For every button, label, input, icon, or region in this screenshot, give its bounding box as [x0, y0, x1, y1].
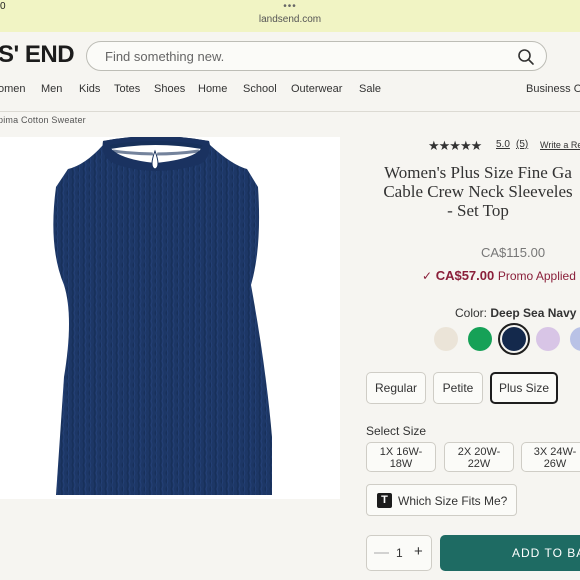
- promo-applied-label: Promo Applied: [497, 269, 576, 283]
- fit-plus-size-button[interactable]: Plus Size: [490, 372, 558, 404]
- promo-price: ✓ CA$57.00 Promo Applied: [422, 268, 576, 283]
- sweater-illustration: [53, 137, 272, 495]
- rating-stars-icon: ★★★★★: [428, 138, 482, 153]
- nav-item-school[interactable]: School: [243, 83, 277, 95]
- original-price: CA$115.00: [481, 245, 546, 260]
- nav-item-totes[interactable]: Totes: [114, 83, 140, 95]
- which-size-fits-me-label: Which Size Fits Me?: [398, 494, 508, 508]
- size-1x-button[interactable]: 1X 16W- 18W: [366, 442, 436, 472]
- product-title: Women's Plus Size Fine Ga Cable Crew Nec…: [358, 163, 580, 220]
- search-bar[interactable]: [86, 41, 547, 71]
- search-icon[interactable]: [516, 47, 536, 67]
- nav-item-kids[interactable]: Kids: [79, 83, 100, 95]
- product-title-line: Women's Plus Size Fine Ga: [384, 163, 572, 182]
- checkmark-icon: ✓: [422, 269, 433, 283]
- swatch-ivory[interactable]: [434, 327, 458, 351]
- swatch-periwinkle[interactable]: [570, 327, 580, 351]
- breadcrumb[interactable]: pima Cotton Sweater: [0, 115, 86, 125]
- color-label-prefix: Color:: [455, 306, 488, 320]
- url-display[interactable]: landsend.com: [0, 14, 580, 25]
- size-line: 26W: [543, 458, 567, 470]
- rating-value-link[interactable]: 5.0: [496, 139, 510, 150]
- nav-item-business[interactable]: Business Ou: [526, 83, 580, 95]
- size-line: 1X 16W-: [379, 446, 423, 458]
- swatch-deep-sea-navy[interactable]: [502, 327, 526, 351]
- nav-item-women[interactable]: omen: [0, 83, 26, 95]
- fit-regular-button[interactable]: Regular: [366, 372, 426, 404]
- size-line: 22W: [467, 458, 491, 470]
- nav-item-men[interactable]: Men: [41, 83, 62, 95]
- size-line: 3X 24W-: [533, 446, 577, 458]
- product-image[interactable]: [0, 137, 340, 499]
- quantity-stepper[interactable]: — 1 +: [366, 535, 432, 571]
- size-line: 2X 20W-: [457, 446, 501, 458]
- main-nav: omen Men Kids Totes Shoes Home School Ou…: [0, 76, 580, 112]
- which-size-fits-me-button[interactable]: T Which Size Fits Me?: [366, 484, 517, 516]
- fit-petite-button[interactable]: Petite: [433, 372, 483, 404]
- size-2x-button[interactable]: 2X 20W- 22W: [444, 442, 514, 472]
- quantity-increase-icon[interactable]: +: [414, 543, 423, 560]
- size-3x-button[interactable]: 3X 24W- 26W: [521, 442, 580, 472]
- browser-menu-dots[interactable]: •••: [0, 2, 580, 12]
- quantity-decrease-icon[interactable]: —: [374, 544, 389, 561]
- search-input[interactable]: [105, 47, 485, 65]
- promo-amount: CA$57.00: [435, 268, 495, 283]
- site-header: S' END: [0, 32, 580, 76]
- swatch-green[interactable]: [468, 327, 492, 351]
- select-size-label: Select Size: [366, 424, 427, 438]
- swatch-lavender[interactable]: [536, 327, 560, 351]
- nav-item-home[interactable]: Home: [198, 83, 227, 95]
- add-to-bag-button[interactable]: ADD TO BA: [440, 535, 580, 571]
- product-title-line: Cable Crew Neck Sleeveles: [383, 182, 573, 201]
- quantity-value[interactable]: 1: [396, 546, 403, 560]
- nav-item-outerwear[interactable]: Outerwear: [291, 83, 342, 95]
- color-label: Color: Deep Sea Navy: [455, 306, 576, 320]
- nav-item-shoes[interactable]: Shoes: [154, 83, 185, 95]
- product-title-line: - Set Top: [447, 201, 509, 220]
- site-logo[interactable]: S' END: [0, 41, 75, 69]
- review-count-link[interactable]: (5): [516, 139, 528, 150]
- true-fit-logo-icon: T: [377, 493, 392, 508]
- browser-top-bar: 0 ••• landsend.com: [0, 0, 580, 32]
- write-review-link[interactable]: Write a Re: [540, 140, 580, 150]
- nav-item-sale[interactable]: Sale: [359, 83, 381, 95]
- size-line: 18W: [389, 458, 413, 470]
- selected-color-name: Deep Sea Navy: [490, 306, 577, 320]
